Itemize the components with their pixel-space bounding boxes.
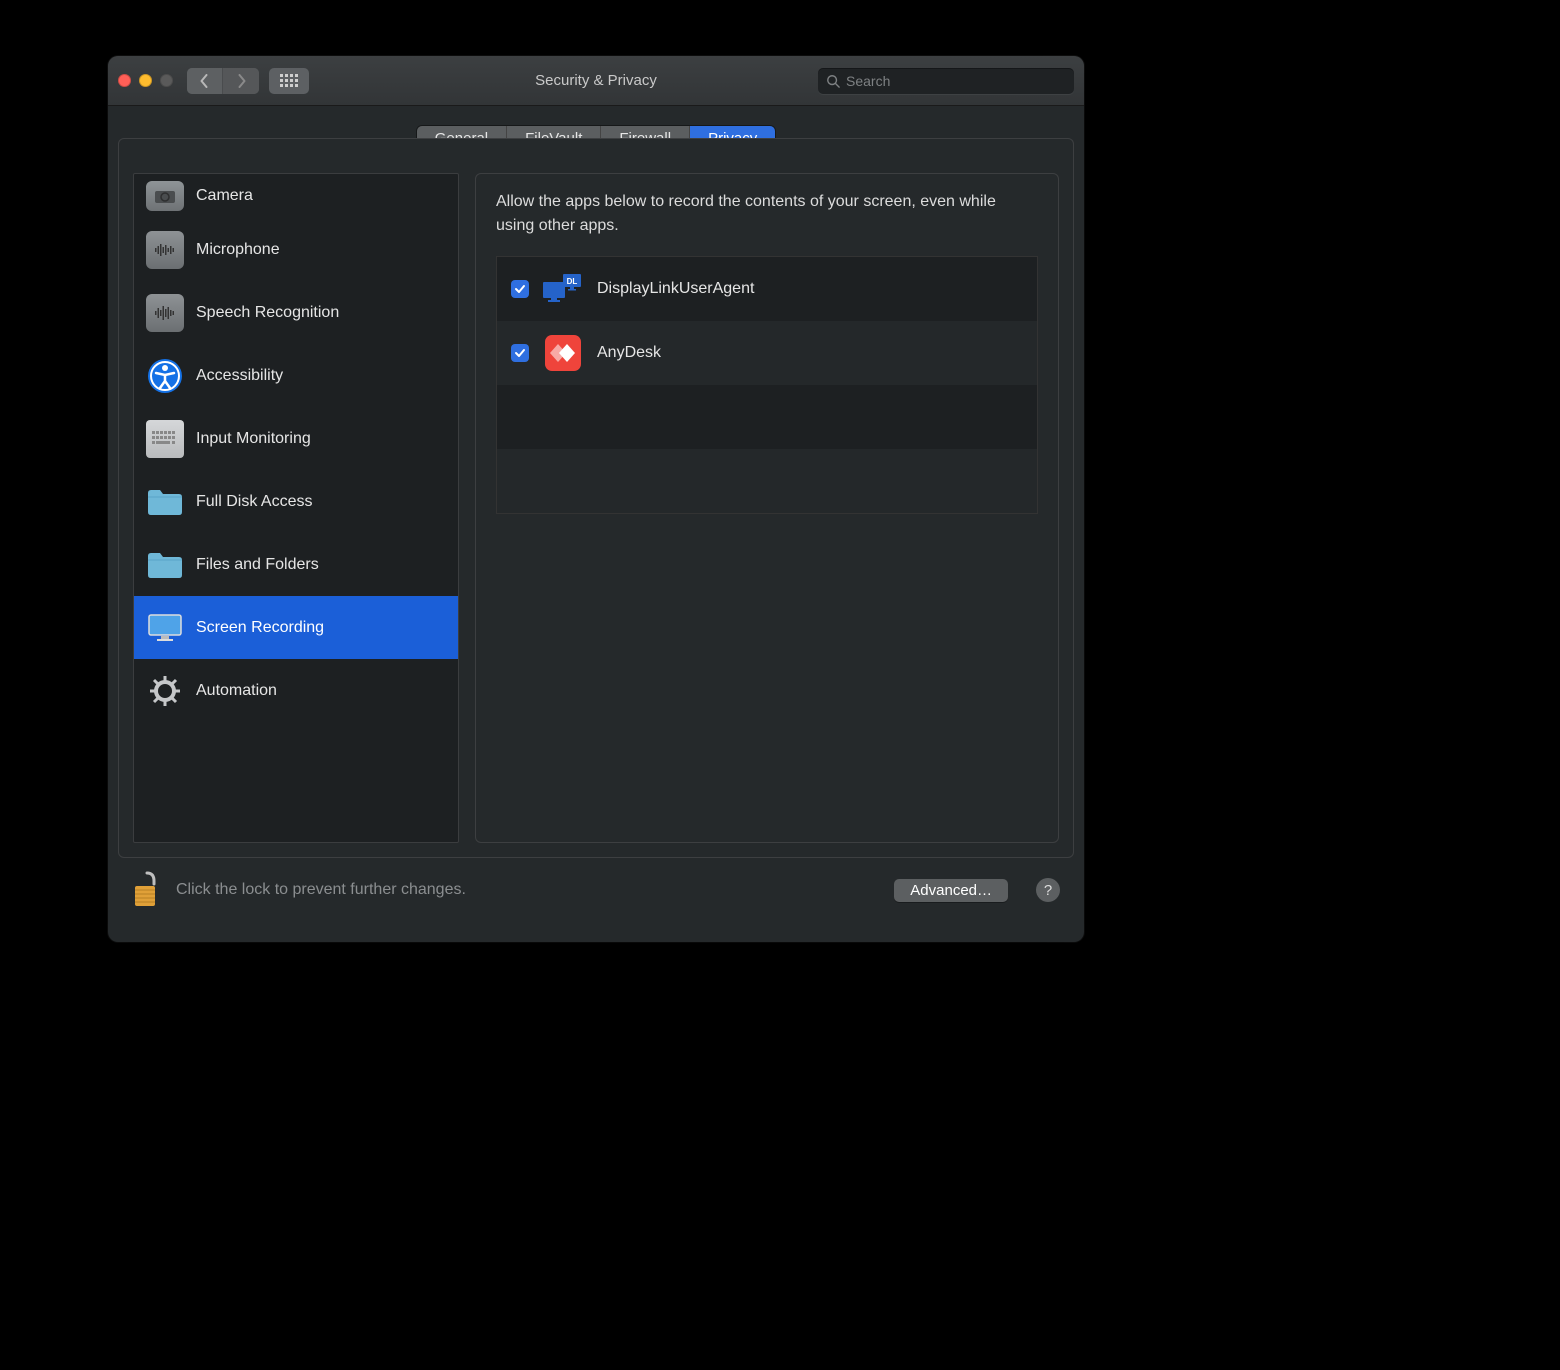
app-name: DisplayLinkUserAgent [597, 280, 754, 298]
app-row-empty [497, 449, 1037, 513]
zoom-button[interactable] [160, 74, 173, 87]
keyboard-icon [146, 420, 184, 458]
lock-text: Click the lock to prevent further change… [176, 881, 466, 899]
anydesk-icon [543, 333, 583, 373]
sidebar-item-camera[interactable]: Camera [134, 174, 458, 218]
sidebar-item-automation[interactable]: Automation [134, 659, 458, 722]
sidebar-item-label: Camera [196, 187, 253, 205]
sidebar-item-label: Accessibility [196, 367, 283, 385]
folder-icon [146, 546, 184, 584]
app-row[interactable]: AnyDesk [497, 321, 1037, 385]
sidebar-item-files-and-folders[interactable]: Files and Folders [134, 533, 458, 596]
app-checkbox[interactable] [511, 344, 529, 362]
content-pane: Allow the apps below to record the conte… [475, 173, 1059, 843]
chevron-right-icon [236, 74, 247, 88]
app-row-empty [497, 385, 1037, 449]
traffic-lights [118, 74, 173, 87]
sidebar-item-label: Input Monitoring [196, 430, 311, 448]
footer: Click the lock to prevent further change… [118, 858, 1074, 928]
nav-forward-button[interactable] [223, 68, 259, 94]
app-list: DL DisplayLinkUserAgent [496, 256, 1038, 514]
search-icon [826, 74, 840, 88]
app-row[interactable]: DL DisplayLinkUserAgent [497, 257, 1037, 321]
chevron-left-icon [199, 74, 210, 88]
camera-icon [146, 181, 184, 211]
minimize-button[interactable] [139, 74, 152, 87]
close-button[interactable] [118, 74, 131, 87]
sidebar-item-full-disk-access[interactable]: Full Disk Access [134, 470, 458, 533]
svg-text:DL: DL [567, 277, 578, 286]
display-icon [146, 609, 184, 647]
lock-open-icon [132, 870, 162, 910]
sidebar-item-label: Full Disk Access [196, 493, 312, 511]
microphone-icon [146, 231, 184, 269]
accessibility-icon [146, 357, 184, 395]
nav-segment [187, 68, 259, 94]
sidebar-item-label: Files and Folders [196, 556, 319, 574]
sidebar-item-microphone[interactable]: Microphone [134, 218, 458, 281]
app-name: AnyDesk [597, 344, 661, 362]
content-description: Allow the apps below to record the conte… [496, 190, 1038, 238]
privacy-categories-sidebar[interactable]: Camera Microphone Speech Recognition [133, 173, 459, 843]
help-button[interactable]: ? [1036, 878, 1060, 902]
sidebar-item-label: Automation [196, 682, 277, 700]
sidebar-item-input-monitoring[interactable]: Input Monitoring [134, 407, 458, 470]
lock-group[interactable]: Click the lock to prevent further change… [132, 870, 466, 910]
sidebar-item-screen-recording[interactable]: Screen Recording [134, 596, 458, 659]
sidebar-item-accessibility[interactable]: Accessibility [134, 344, 458, 407]
check-icon [514, 347, 526, 359]
nav-back-button[interactable] [187, 68, 223, 94]
speech-icon [146, 294, 184, 332]
displaylink-icon: DL [543, 269, 583, 309]
sidebar-item-label: Microphone [196, 241, 280, 259]
advanced-button[interactable]: Advanced… [894, 879, 1008, 902]
show-all-button[interactable] [269, 68, 309, 94]
preferences-window: Security & Privacy General FileVault Fir… [108, 56, 1084, 942]
grid-icon [280, 74, 298, 87]
folder-icon [146, 483, 184, 521]
search-input[interactable] [846, 73, 1066, 89]
window-body: General FileVault Firewall Privacy Camer… [108, 106, 1084, 942]
sidebar-item-label: Screen Recording [196, 619, 324, 637]
app-checkbox[interactable] [511, 280, 529, 298]
main-panel: Camera Microphone Speech Recognition [118, 138, 1074, 858]
search-field-wrap[interactable] [818, 68, 1074, 94]
sidebar-item-label: Speech Recognition [196, 304, 339, 322]
titlebar: Security & Privacy [108, 56, 1084, 106]
check-icon [514, 283, 526, 295]
gear-icon [146, 672, 184, 710]
sidebar-item-speech-recognition[interactable]: Speech Recognition [134, 281, 458, 344]
